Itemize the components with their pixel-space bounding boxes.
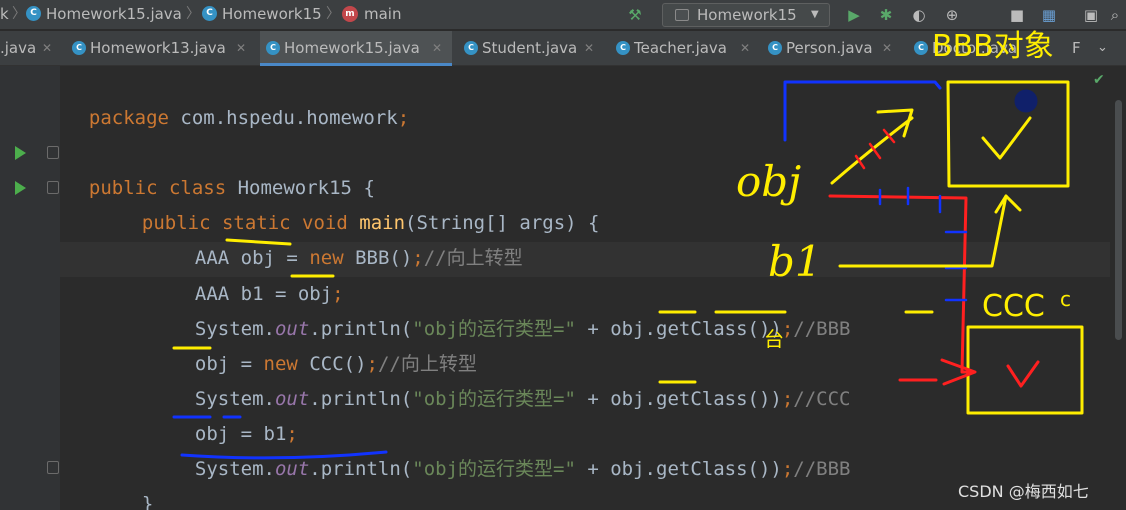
close-icon[interactable]: ✕ (432, 31, 442, 65)
code-line-class-decl[interactable]: public class Homework15 { (66, 136, 375, 199)
run-main-icon[interactable] (15, 181, 26, 195)
code-line-6[interactable]: System.out.println("obj的运行类型=" + obj.get… (172, 277, 851, 340)
code-line-main-decl[interactable]: public static void main(String[] args) { (119, 171, 600, 234)
close-icon[interactable]: ✕ (584, 31, 594, 65)
tab-label: Homework13.java (90, 39, 226, 57)
java-class-icon: C (616, 41, 630, 55)
navigation-bar: k 〉 C Homework15.java 〉 C Homework15 〉 m… (0, 0, 1126, 30)
code-line-10[interactable]: System.out.println("obj的运行类型=" + obj.get… (172, 417, 851, 480)
run-icon[interactable]: ▶ (843, 4, 865, 26)
code-line-9[interactable]: obj = b1; (172, 382, 298, 445)
tab-label: .java (0, 39, 37, 57)
breadcrumb-separator-icon: 〉 (186, 6, 200, 22)
code-line-package[interactable]: package com.hspedu.homework; (66, 66, 409, 129)
run-config-icon (675, 9, 689, 21)
tab-person[interactable]: C Person.java ✕ (762, 31, 902, 66)
close-icon[interactable]: ✕ (882, 31, 892, 65)
editor-gutter (0, 66, 60, 510)
fold-marker-icon[interactable] (47, 181, 59, 194)
run-configuration-label: Homework15 (697, 6, 797, 24)
java-class-icon: C (914, 41, 928, 55)
breadcrumb-separator-icon: 〉 (326, 6, 340, 22)
project-structure-icon[interactable]: ▦ (1038, 4, 1060, 26)
java-class-icon: C (202, 6, 217, 21)
stop-icon[interactable]: ■ (1006, 4, 1028, 26)
chevron-down-icon[interactable]: ⌄ (1097, 31, 1108, 65)
window-icon[interactable]: ▣ (1080, 4, 1102, 26)
java-class-icon: C (464, 41, 478, 55)
java-class-icon: C (768, 41, 782, 55)
coverage-icon[interactable]: ◐ (908, 4, 930, 26)
editor-scrollbar[interactable] (1110, 66, 1126, 510)
tab-homework13[interactable]: C Homework13.java ✕ (66, 31, 256, 66)
tab-java[interactable]: .java ✕ (0, 31, 60, 66)
tab-label: Doctor.java (932, 39, 1018, 57)
tab-homework15[interactable]: C Homework15.java ✕ (260, 31, 452, 66)
code-line-closing-brace[interactable]: } (119, 452, 153, 510)
editor-tab-bar: .java ✕ C Homework13.java ✕ C Homework15… (0, 31, 1126, 66)
close-icon[interactable]: ✕ (740, 31, 750, 65)
tab-label: Student.java (482, 39, 578, 57)
close-icon[interactable]: ✕ (236, 31, 246, 65)
profiler-icon[interactable]: ⊕ (941, 4, 963, 26)
fold-marker-icon[interactable] (47, 146, 59, 159)
scroll-thumb[interactable] (1115, 100, 1122, 340)
tab-doctor[interactable]: C Doctor.java (908, 31, 1053, 66)
debug-bug-icon[interactable]: ✱ (875, 4, 897, 26)
tab-teacher[interactable]: C Teacher.java ✕ (610, 31, 760, 66)
method-icon: m (342, 6, 358, 22)
breadcrumb-class[interactable]: Homework15 (222, 0, 322, 30)
code-line-8[interactable]: System.out.println("obj的运行类型=" + obj.get… (172, 347, 851, 410)
run-class-icon[interactable] (15, 146, 26, 160)
search-icon[interactable]: ⌕ (1104, 4, 1126, 26)
code-line-4[interactable]: AAA obj = new BBB();//向上转型 (172, 206, 523, 269)
breadcrumb-leading[interactable]: k (0, 0, 9, 30)
tab-overflow[interactable]: F (1060, 31, 1090, 66)
tab-label: F (1072, 39, 1081, 57)
tab-label: Teacher.java (634, 39, 728, 57)
build-hammer-icon[interactable]: ⚒ (624, 4, 646, 26)
fold-marker-icon[interactable] (47, 461, 59, 474)
dropdown-arrow-icon: ▼ (811, 9, 819, 20)
close-icon[interactable]: ✕ (42, 31, 52, 65)
java-class-icon: C (266, 41, 280, 55)
breadcrumb-method[interactable]: main (364, 0, 401, 30)
java-class-icon: C (26, 6, 41, 21)
watermark: CSDN @梅西如七 (958, 482, 1089, 501)
java-class-icon: C (72, 41, 86, 55)
breadcrumb-file[interactable]: Homework15.java (46, 0, 182, 30)
tab-student[interactable]: C Student.java ✕ (458, 31, 603, 66)
inspection-ok-icon[interactable]: ✔ (1093, 72, 1105, 88)
run-configuration-select[interactable]: Homework15 ▼ (662, 3, 830, 27)
code-line-5[interactable]: AAA b1 = obj; (172, 242, 344, 305)
breadcrumb-separator-icon: 〉 (12, 6, 26, 22)
tab-label: Homework15.java (284, 39, 420, 57)
tab-label: Person.java (786, 39, 873, 57)
code-line-7[interactable]: obj = new CCC();//向上转型 (172, 312, 477, 375)
